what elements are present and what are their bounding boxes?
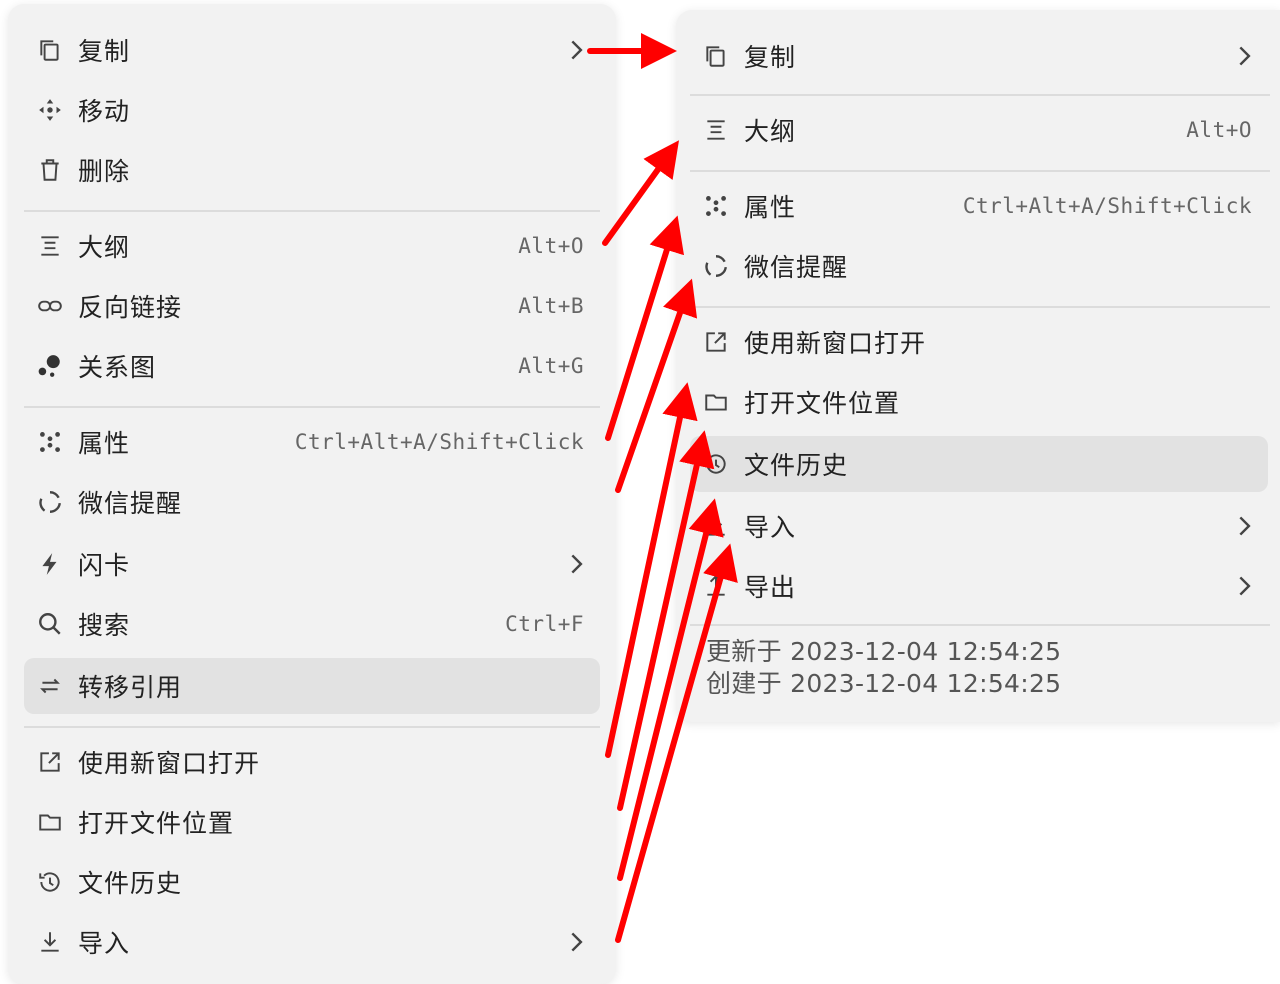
menu-item-file-history[interactable]: 文件历史 xyxy=(24,854,600,910)
updated-timestamp: 更新于 2023-12-04 12:54:25 xyxy=(706,637,1062,666)
open-window-icon xyxy=(36,748,64,776)
folder-icon xyxy=(702,388,730,416)
shortcut-label: Ctrl+F xyxy=(505,612,584,636)
menu-item-label: 微信提醒 xyxy=(78,489,183,518)
menu-item-open-file-location[interactable]: 打开文件位置 xyxy=(690,374,1268,430)
menu-divider xyxy=(690,170,1270,172)
menu-item-open-new-window[interactable]: 使用新窗口打开 xyxy=(24,734,600,790)
menu-item-label: 文件历史 xyxy=(744,451,849,480)
annotation-arrow xyxy=(605,215,685,441)
wechat-reminder-icon xyxy=(36,488,64,516)
outline-icon xyxy=(702,116,730,144)
chevron-right-icon xyxy=(568,553,584,575)
chevron-right-icon xyxy=(568,39,584,61)
annotation-arrow xyxy=(605,382,698,758)
menu-item-attributes[interactable]: 属性 Ctrl+Alt+A/Shift+Click xyxy=(690,178,1268,234)
menu-divider xyxy=(24,406,600,408)
menu-item-label: 关系图 xyxy=(78,353,157,382)
move-icon xyxy=(36,96,64,124)
shortcut-label: Alt+O xyxy=(518,234,584,258)
menu-item-label: 搜索 xyxy=(78,611,131,640)
menu-item-label: 闪卡 xyxy=(78,551,131,580)
menu-item-open-file-location[interactable]: 打开文件位置 xyxy=(24,794,600,850)
menu-item-outline[interactable]: 大纲 Alt+O xyxy=(24,218,600,274)
shortcut-label: Ctrl+Alt+A/Shift+Click xyxy=(962,194,1252,218)
menu-item-label: 反向链接 xyxy=(78,293,183,322)
chevron-right-icon xyxy=(1236,575,1252,597)
link-icon xyxy=(36,292,64,320)
flashcard-icon xyxy=(36,550,64,578)
menu-item-import[interactable]: 导入 xyxy=(24,914,600,970)
wechat-reminder-icon xyxy=(702,252,730,280)
context-menu-full: 复制 移动 删除 大纲 Alt+O 反向链接 Alt+B 关系图 Alt+G 属… xyxy=(8,4,616,984)
menu-item-label: 使用新窗口打开 xyxy=(78,749,261,778)
menu-item-label: 大纲 xyxy=(78,233,131,262)
chevron-right-icon xyxy=(1236,515,1252,537)
menu-item-delete[interactable]: 删除 xyxy=(24,142,600,198)
attributes-icon xyxy=(36,428,64,456)
copy-icon xyxy=(36,36,64,64)
menu-item-label: 导出 xyxy=(744,573,797,602)
menu-divider xyxy=(690,94,1270,96)
open-window-icon xyxy=(702,328,730,356)
outline-icon xyxy=(36,232,64,260)
menu-item-flashcard[interactable]: 闪卡 xyxy=(24,536,600,592)
menu-item-label: 属性 xyxy=(78,429,131,458)
menu-item-import[interactable]: 导入 xyxy=(690,498,1268,554)
menu-divider xyxy=(24,210,600,212)
menu-divider xyxy=(690,306,1270,308)
search-icon xyxy=(36,610,64,638)
transfer-icon xyxy=(36,672,64,700)
menu-item-backlinks[interactable]: 反向链接 Alt+B xyxy=(24,278,600,334)
menu-item-label: 大纲 xyxy=(744,117,797,146)
shortcut-label: Alt+O xyxy=(1186,118,1252,142)
import-icon xyxy=(36,928,64,956)
menu-item-label: 属性 xyxy=(744,193,797,222)
trash-icon xyxy=(36,156,64,184)
shortcut-label: Alt+G xyxy=(518,354,584,378)
menu-divider xyxy=(24,726,600,728)
menu-item-export[interactable]: 导出 xyxy=(690,558,1268,614)
folder-icon xyxy=(36,808,64,836)
context-menu-simplified: 复制 大纲 Alt+O 属性 Ctrl+Alt+A/Shift+Click 微信… xyxy=(676,10,1280,722)
history-icon xyxy=(36,868,64,896)
menu-item-search[interactable]: 搜索 Ctrl+F xyxy=(24,596,600,652)
shortcut-label: Alt+B xyxy=(518,294,584,318)
menu-item-file-history[interactable]: 文件历史 xyxy=(690,436,1268,492)
chevron-right-icon xyxy=(1236,45,1252,67)
menu-item-move[interactable]: 移动 xyxy=(24,82,600,138)
menu-item-copy[interactable]: 复制 xyxy=(690,28,1268,84)
menu-item-label: 复制 xyxy=(78,37,131,66)
menu-item-label: 使用新窗口打开 xyxy=(744,329,927,358)
copy-icon xyxy=(702,42,730,70)
import-icon xyxy=(702,512,730,540)
menu-item-label: 转移引用 xyxy=(78,673,183,702)
menu-item-open-new-window[interactable]: 使用新窗口打开 xyxy=(690,314,1268,370)
menu-item-label: 移动 xyxy=(78,97,131,126)
menu-item-label: 导入 xyxy=(78,929,131,958)
chevron-right-icon xyxy=(568,931,584,953)
menu-item-copy[interactable]: 复制 xyxy=(24,22,600,78)
menu-item-outline[interactable]: 大纲 Alt+O xyxy=(690,102,1268,158)
menu-item-label: 文件历史 xyxy=(78,869,183,898)
menu-item-label: 打开文件位置 xyxy=(78,809,235,838)
menu-item-label: 打开文件位置 xyxy=(744,389,901,418)
menu-item-attributes[interactable]: 属性 Ctrl+Alt+A/Shift+Click xyxy=(24,414,600,470)
menu-item-transfer-reference[interactable]: 转移引用 xyxy=(24,658,600,714)
menu-item-label: 微信提醒 xyxy=(744,253,849,282)
menu-divider xyxy=(690,624,1270,626)
graph-icon xyxy=(36,352,64,380)
menu-item-wechat-reminder[interactable]: 微信提醒 xyxy=(690,238,1268,294)
menu-item-label: 删除 xyxy=(78,157,131,186)
menu-item-wechat-reminder[interactable]: 微信提醒 xyxy=(24,474,600,530)
attributes-icon xyxy=(702,192,730,220)
shortcut-label: Ctrl+Alt+A/Shift+Click xyxy=(294,430,584,454)
history-icon xyxy=(702,450,730,478)
menu-item-label: 复制 xyxy=(744,43,797,72)
menu-item-label: 导入 xyxy=(744,513,797,542)
export-icon xyxy=(702,572,730,600)
menu-item-graph[interactable]: 关系图 Alt+G xyxy=(24,338,600,394)
created-timestamp: 创建于 2023-12-04 12:54:25 xyxy=(706,669,1062,698)
